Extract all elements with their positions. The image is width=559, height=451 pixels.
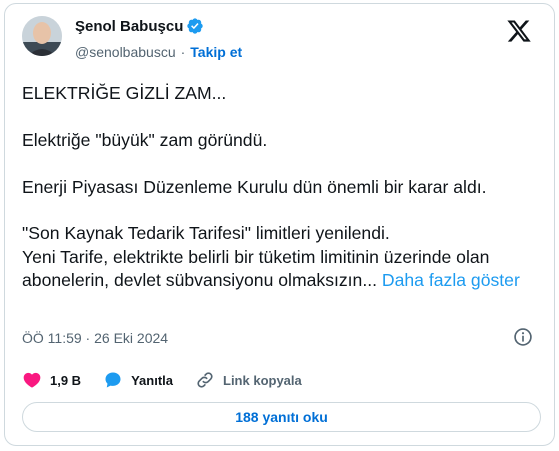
verified-badge-icon — [187, 18, 204, 34]
avatar[interactable] — [22, 16, 62, 56]
author-handle-row: @senolbabuscu · Takip et — [75, 44, 242, 60]
copy-link-label: Link kopyala — [223, 372, 302, 388]
show-more-link[interactable]: Daha fazla göster — [382, 270, 520, 290]
x-logo-icon[interactable] — [506, 18, 532, 44]
reply-bubble-icon — [105, 372, 121, 388]
reply-button[interactable]: Yanıtla — [103, 370, 173, 390]
link-icon — [197, 372, 213, 388]
author-display-name[interactable]: Şenol Babuşcu — [75, 18, 183, 35]
action-bar: 1,9 B Yanıtla Link kopyala — [22, 370, 324, 390]
follow-button[interactable]: Takip et — [190, 44, 242, 60]
like-count: 1,9 B — [50, 372, 82, 388]
tweet-line: ELEKTRİĞE GİZLİ ZAM... — [22, 83, 227, 103]
reply-label: Yanıtla — [131, 372, 173, 388]
read-replies-button[interactable]: 188 yanıtı oku — [22, 402, 541, 432]
copy-link-button[interactable]: Link kopyala — [195, 370, 302, 390]
author-name-row: Şenol Babuşcu — [75, 17, 204, 35]
timestamp[interactable]: ÖÖ 11:59 · 26 Eki 2024 — [22, 330, 168, 346]
separator: · — [180, 44, 186, 60]
author-handle[interactable]: @senolbabuscu — [75, 44, 176, 60]
like-button[interactable]: 1,9 B — [22, 370, 81, 390]
tweet-line: Enerji Piyasası Düzenleme Kurulu dün öne… — [22, 176, 487, 197]
info-icon[interactable] — [513, 327, 533, 347]
tweet-line-last: Yeni Tarife, elektrikte belirli bir tüke… — [22, 246, 542, 293]
tweet-card: Şenol Babuşcu @senolbabuscu · Takip et E… — [4, 3, 555, 446]
heart-icon — [23, 372, 41, 388]
tweet-text: ELEKTRİĞE GİZLİ ZAM... Elektriğe "büyük"… — [22, 82, 542, 293]
tweet-line: Elektriğe "büyük" zam göründü. — [22, 129, 268, 150]
tweet-line: "Son Kaynak Tedarik Tarifesi" limitleri … — [22, 223, 390, 244]
